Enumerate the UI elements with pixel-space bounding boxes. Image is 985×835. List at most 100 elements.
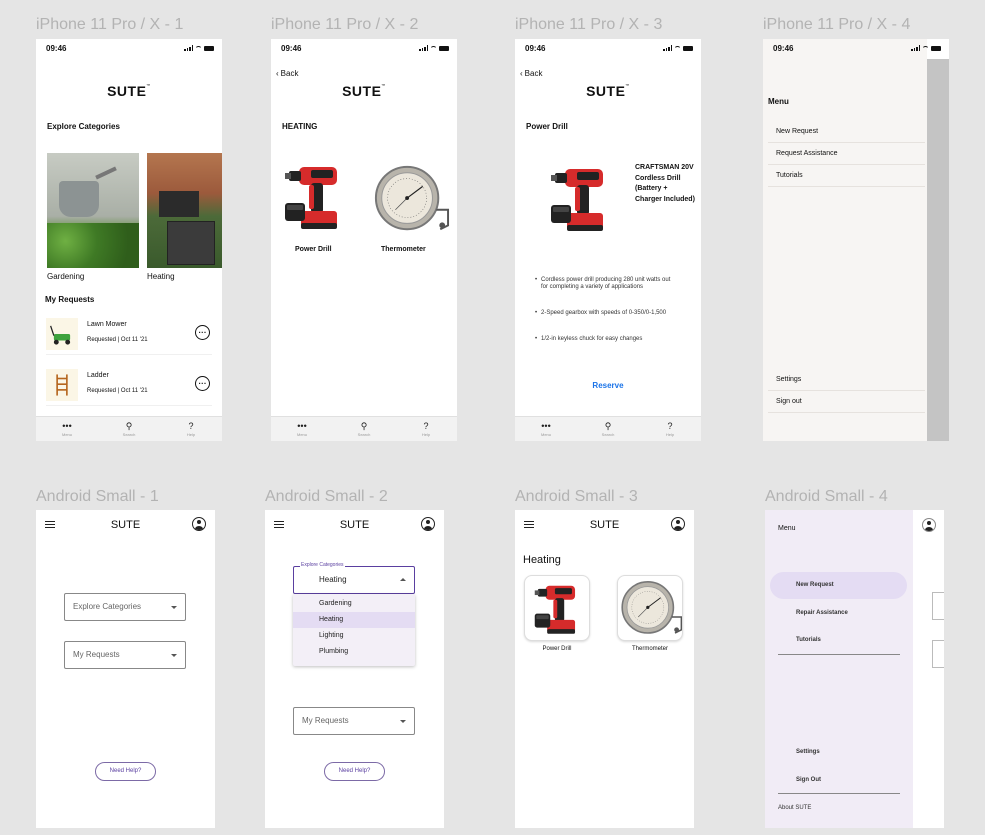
wifi-icon bbox=[922, 45, 929, 51]
dropdown-option[interactable]: Gardening bbox=[293, 596, 415, 612]
account-avatar-icon[interactable] bbox=[671, 517, 685, 531]
android-heating-screen: SUTE Heating Power Drill Thermometer bbox=[515, 510, 694, 828]
menu-item-new-request[interactable]: New Request bbox=[768, 121, 925, 143]
tab-menu[interactable]: ••• Menu bbox=[287, 420, 317, 437]
my-requests-select[interactable]: My Requests bbox=[64, 641, 186, 669]
wifi-icon bbox=[430, 45, 437, 51]
signal-icon bbox=[419, 45, 428, 51]
tab-bar: ••• Menu ⚲ Search ? Help bbox=[515, 416, 701, 441]
request-name: Ladder bbox=[87, 372, 109, 379]
drawer-item-repair-assistance[interactable]: Repair Assistance bbox=[796, 610, 848, 616]
signal-icon bbox=[911, 45, 920, 51]
more-options-button[interactable]: ··· bbox=[195, 325, 210, 340]
product-label: Power Drill bbox=[542, 646, 572, 652]
menu-item-tutorials[interactable]: Tutorials bbox=[768, 165, 925, 187]
request-item[interactable]: Lawn Mower Requested | Oct 11 '21 ··· bbox=[46, 315, 212, 355]
drawer-item-new-request[interactable]: New Request bbox=[796, 582, 834, 588]
menu-item-settings[interactable]: Settings bbox=[768, 369, 925, 391]
help-icon: ? bbox=[667, 420, 673, 431]
request-status: Requested | Oct 11 '21 bbox=[87, 388, 148, 394]
my-requests-select[interactable]: My Requests bbox=[293, 707, 415, 735]
tab-help[interactable]: ? Help bbox=[411, 420, 441, 437]
dropdown-caret-icon bbox=[400, 720, 406, 723]
request-item[interactable]: Ladder Requested | Oct 11 '21 ··· bbox=[46, 366, 212, 406]
tab-search[interactable]: ⚲ Search bbox=[114, 421, 144, 437]
drawer-title: Menu bbox=[778, 525, 796, 532]
drawer-item-selected-bg bbox=[770, 572, 907, 599]
dropdown-option[interactable]: Plumbing bbox=[293, 644, 415, 660]
product-image bbox=[551, 159, 611, 244]
category-label-gardening: Gardening bbox=[47, 272, 85, 281]
back-button[interactable]: ‹ Back bbox=[276, 69, 298, 78]
help-icon: ? bbox=[188, 420, 194, 431]
ios-heating-screen: 09:46 ‹ Back SUTE™ HEATING Power Drill Th… bbox=[271, 39, 457, 441]
back-button[interactable]: ‹ Back bbox=[520, 69, 542, 78]
top-app-bar: SUTE bbox=[515, 510, 694, 540]
dropdown-option[interactable]: Lighting bbox=[293, 628, 415, 644]
explore-categories-title: Explore Categories bbox=[47, 122, 120, 131]
drawer-divider bbox=[778, 793, 900, 794]
tab-search[interactable]: ⚲ Search bbox=[593, 420, 623, 437]
account-avatar-icon[interactable] bbox=[192, 517, 206, 531]
product-name: CRAFTSMAN 20V Cordless Drill (Battery + … bbox=[635, 164, 695, 203]
explore-categories-select[interactable]: Explore Categories bbox=[64, 593, 186, 621]
help-icon: ? bbox=[423, 420, 429, 431]
tab-help[interactable]: ? Help bbox=[176, 420, 206, 437]
tab-help[interactable]: ? Help bbox=[655, 420, 685, 437]
dots-icon: ••• bbox=[541, 420, 551, 431]
app-title: SUTE bbox=[589, 519, 620, 531]
my-requests-title: My Requests bbox=[45, 295, 95, 304]
account-avatar-icon[interactable] bbox=[922, 518, 936, 532]
need-help-button[interactable]: Need Help? bbox=[324, 762, 385, 781]
battery-icon bbox=[439, 45, 449, 51]
tab-menu[interactable]: ••• Menu bbox=[52, 420, 82, 437]
menu-item-request-assistance[interactable]: Request Assistance bbox=[768, 143, 925, 165]
need-help-button[interactable]: Need Help? bbox=[95, 762, 156, 781]
product-tile-power-drill[interactable] bbox=[524, 575, 590, 641]
reserve-button[interactable]: Reserve bbox=[515, 381, 701, 390]
lawn-mower-icon bbox=[49, 321, 75, 347]
drawer-about-link[interactable]: About SUTE bbox=[778, 805, 811, 811]
menu-item-sign-out[interactable]: Sign out bbox=[768, 391, 925, 413]
explore-categories-select-open[interactable]: Explore Categories Heating bbox=[293, 561, 415, 594]
dropdown-option-selected[interactable]: Heating bbox=[293, 612, 415, 628]
search-icon: ⚲ bbox=[604, 420, 612, 431]
wifi-icon bbox=[195, 45, 202, 51]
app-title: SUTE bbox=[110, 519, 141, 531]
status-bar: 09:46 bbox=[36, 39, 222, 59]
dots-icon: ••• bbox=[297, 420, 307, 431]
drawer-item-sign-out[interactable]: Sign Out bbox=[796, 777, 821, 783]
ladder-icon bbox=[49, 372, 75, 398]
product-tile-thermometer[interactable] bbox=[617, 575, 683, 641]
account-avatar-icon[interactable] bbox=[421, 517, 435, 531]
more-options-button[interactable]: ··· bbox=[195, 376, 210, 391]
wifi-icon bbox=[674, 45, 681, 51]
app-logo: SUTE™ bbox=[586, 83, 630, 99]
battery-icon bbox=[931, 45, 941, 51]
product-power-drill[interactable] bbox=[285, 157, 345, 242]
frame-label-android-1: Android Small - 1 bbox=[36, 488, 159, 505]
signal-icon bbox=[663, 45, 672, 51]
tab-menu[interactable]: ••• Menu bbox=[531, 420, 561, 437]
ladder-thumb bbox=[46, 369, 78, 401]
product-thermometer[interactable] bbox=[365, 161, 457, 244]
frame-label-ios-4: iPhone 11 Pro / X - 4 bbox=[763, 16, 911, 33]
thermometer-image bbox=[365, 161, 457, 239]
lawn-mower-thumb bbox=[46, 318, 78, 350]
power-drill-image bbox=[285, 157, 345, 237]
request-name: Lawn Mower bbox=[87, 321, 127, 328]
menu-overlay[interactable] bbox=[927, 59, 949, 441]
dots-icon: ••• bbox=[62, 420, 72, 431]
status-time: 09:46 bbox=[525, 44, 546, 53]
tab-search[interactable]: ⚲ Search bbox=[349, 421, 379, 437]
thermometer-image bbox=[618, 577, 683, 641]
feature-bullet: 1/2-in keyless chuck for easy changes bbox=[535, 336, 671, 343]
category-card-heating[interactable] bbox=[147, 153, 222, 268]
feature-bullet: 2-Speed gearbox with speeds of 0-350/0-1… bbox=[535, 310, 671, 317]
status-bar: 09:46 bbox=[515, 39, 701, 59]
top-app-bar: SUTE bbox=[265, 510, 444, 540]
category-card-gardening[interactable] bbox=[47, 153, 139, 268]
power-drill-image bbox=[551, 159, 611, 239]
drawer-item-tutorials[interactable]: Tutorials bbox=[796, 637, 821, 643]
drawer-item-settings[interactable]: Settings bbox=[796, 749, 820, 755]
